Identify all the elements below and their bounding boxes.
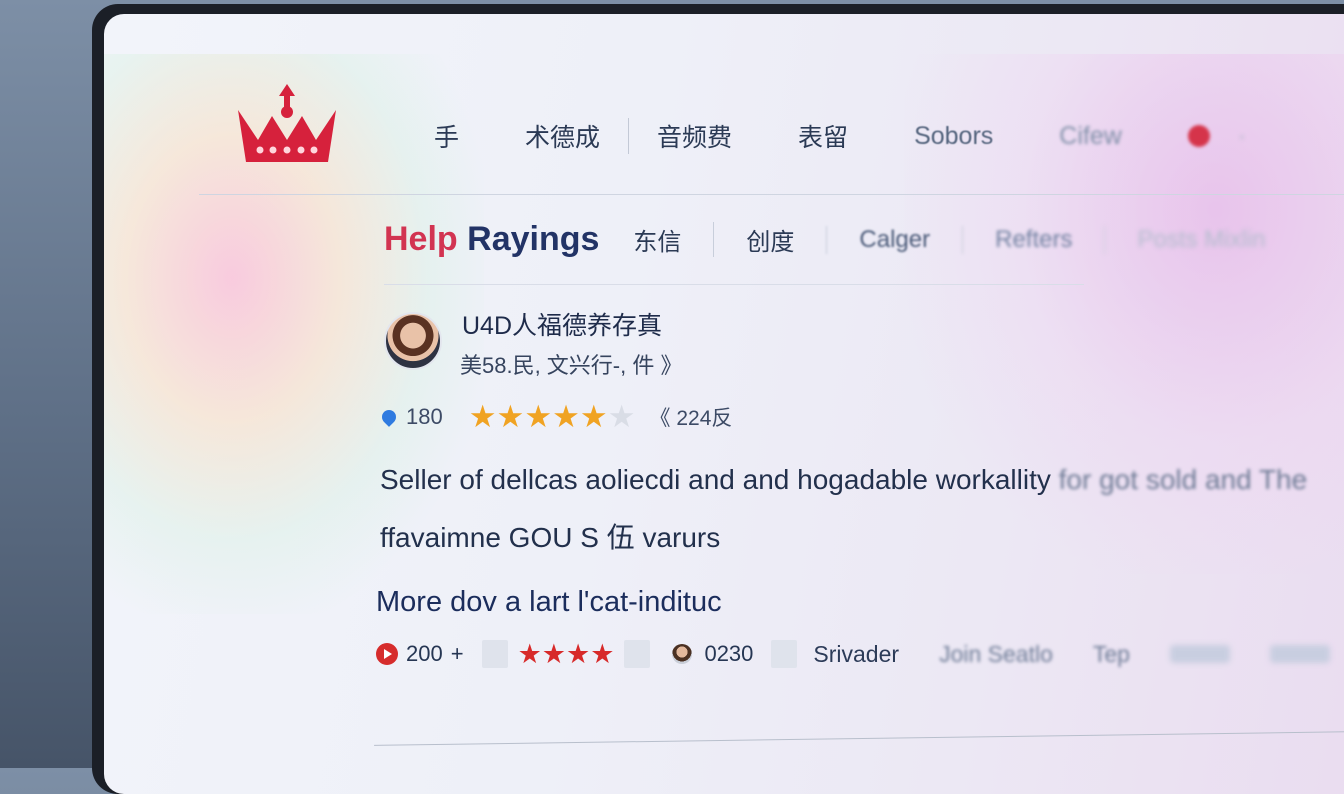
star-icon: ★ [468, 399, 497, 434]
commenter-avatar [672, 644, 693, 664]
play-icon[interactable] [376, 643, 398, 665]
tab-2[interactable]: 创度 [713, 222, 826, 257]
join-link[interactable]: Join Seatlo [939, 641, 1053, 668]
location-pin-icon [379, 407, 399, 427]
tag-link[interactable]: Tep [1093, 641, 1130, 668]
star-icon: ★ [517, 639, 542, 669]
tab-calger[interactable]: Calger [826, 225, 962, 254]
chip [771, 640, 798, 668]
profile-meta: 美58.民, 文兴行-, 件 》 [460, 353, 683, 378]
star-icon: ★ [579, 399, 608, 434]
blurred-item[interactable] [1169, 645, 1230, 663]
crown-icon[interactable] [232, 82, 342, 166]
blurred-item[interactable] [1269, 645, 1330, 663]
star-icon: ★ [541, 639, 567, 669]
header-divider [199, 194, 1344, 195]
star-icon: ★ [552, 399, 580, 434]
description-text: Seller of dellcas aoliecdi and and hogad… [380, 464, 1051, 495]
chip [624, 640, 651, 668]
description-line-1: Seller of dellcas aoliecdi and and hogad… [380, 464, 1307, 496]
notification-icon[interactable] [1187, 125, 1210, 147]
star-icon: ★ [590, 639, 615, 669]
tab-posts[interactable]: Posts Mixlin [1104, 225, 1297, 254]
author-link[interactable]: Srivader [813, 641, 899, 668]
view-count: 200 [406, 641, 443, 666]
pin-count: 180 [406, 404, 443, 429]
star-icon: ★ [496, 399, 525, 434]
nav-item-3[interactable]: 音频费 [628, 118, 732, 154]
content-divider [374, 731, 1344, 746]
avatar[interactable] [384, 312, 442, 370]
star-icon: ★ [524, 399, 553, 434]
star-empty-icon: ★ [607, 399, 636, 434]
chip [481, 640, 508, 668]
star-rating: ★ ★ ★ ★ ★ ★ [468, 399, 636, 434]
description-line-2: ffavaimne GOU S 伍 varurs [380, 522, 721, 553]
comment-count: 0230 [704, 641, 754, 666]
description-tail: for got sold and The [1050, 464, 1308, 495]
more-heading[interactable]: More dov a lart l'cat-indituc [376, 586, 722, 619]
nav-item-4[interactable]: 表留 [798, 118, 848, 154]
profile-name[interactable]: U4D人福德养存真 [462, 306, 662, 342]
nav-overflow[interactable]: · [1238, 122, 1246, 151]
nav-item-2[interactable]: 术德成 [525, 118, 600, 154]
page-title-accent: Help [384, 220, 458, 258]
rating-row: 180 ★ ★ ★ ★ ★ ★ 《 224反 [379, 399, 733, 434]
subnav-divider [384, 284, 1084, 285]
plus-sign: + [450, 641, 464, 666]
review-count[interactable]: 《 224反 [650, 402, 733, 432]
top-navigation: 手 术德成 音频费 表留 Sobors Cifew · [434, 118, 1312, 154]
nav-item-cifew[interactable]: Cifew [1059, 122, 1122, 151]
stats-row: 200 + ★ ★ ★ ★ 0230 Srivader Join Seatlo … [376, 640, 1344, 668]
nav-item-sobors[interactable]: Sobors [914, 122, 993, 151]
tab-1[interactable]: 东信 [633, 222, 713, 257]
tab-refters[interactable]: Refters [962, 225, 1104, 254]
red-star-rating: ★ ★ ★ ★ [517, 639, 615, 669]
nav-item-1[interactable]: 手 [434, 118, 459, 154]
sub-navigation: Help Rayings 东信 创度 Calger Refters Posts … [384, 220, 1298, 259]
page-title-rest: Rayings [457, 220, 600, 258]
screen: 手 术德成 音频费 表留 Sobors Cifew · Help Rayings… [104, 14, 1344, 794]
star-icon: ★ [566, 639, 591, 669]
page-title: Help Rayings [384, 220, 599, 259]
